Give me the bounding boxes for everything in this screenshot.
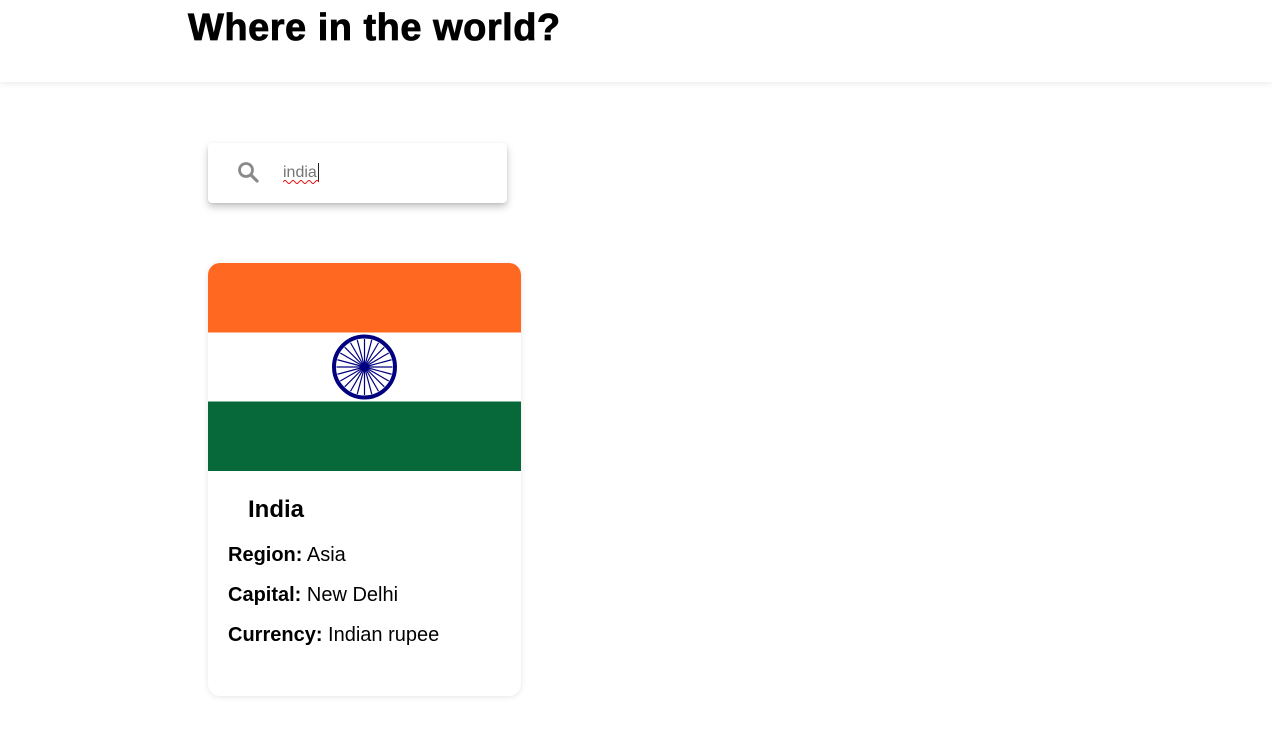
- capital-label: Capital:: [228, 584, 302, 606]
- capital-line: Capital: New Delhi: [228, 583, 398, 607]
- region-label: Region:: [228, 544, 303, 566]
- country-name: India: [248, 496, 305, 523]
- region-value: Asia: [306, 544, 346, 566]
- country-flag: [208, 263, 521, 471]
- currency-line: Currency: Indian rupee: [228, 623, 439, 647]
- page-header: Where in the world?: [0, 0, 1272, 82]
- region-line: Region: Asia: [228, 543, 346, 567]
- currency-value: Indian rupee: [328, 624, 440, 646]
- spellcheck-underline: [283, 180, 319, 184]
- country-card[interactable]: India Region: Asia Capital: New Delhi Cu…: [208, 263, 521, 696]
- page-title: Where in the world?: [188, 7, 561, 50]
- capital-value: New Delhi: [306, 584, 399, 606]
- currency-label: Currency:: [228, 624, 323, 646]
- search-icon: [236, 160, 260, 184]
